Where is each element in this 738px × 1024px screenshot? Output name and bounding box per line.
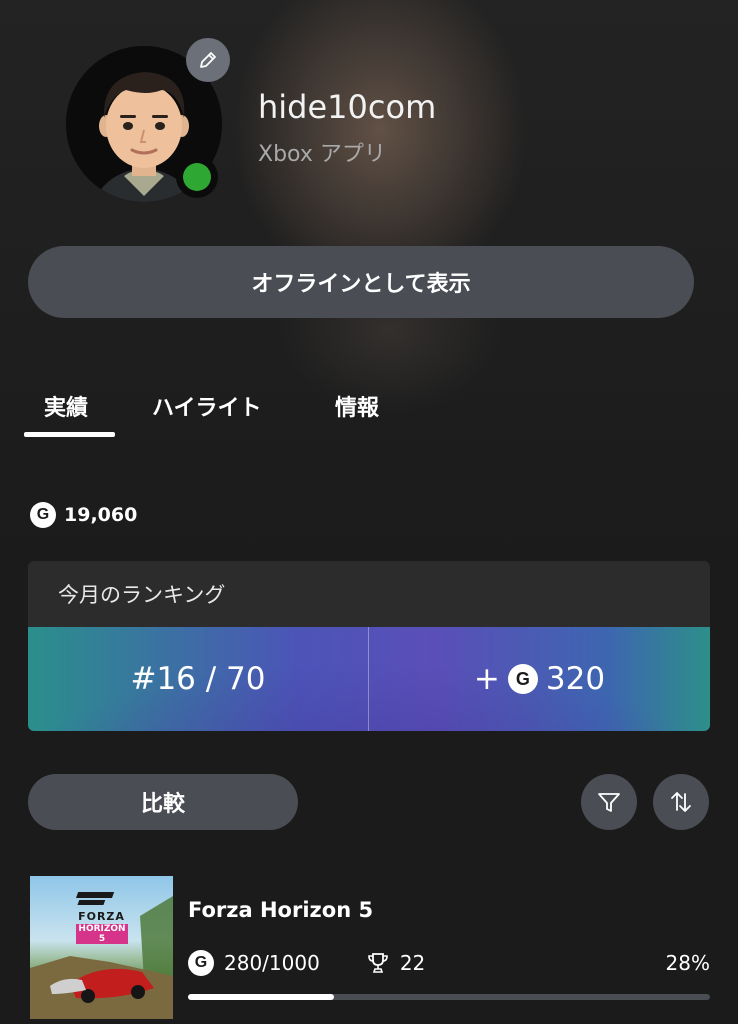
app-name: Xbox アプリ xyxy=(258,142,386,167)
trophy-icon xyxy=(368,953,388,973)
gamertag: hide10com xyxy=(258,88,437,126)
tab-info[interactable]: 情報 xyxy=(335,390,379,422)
gamerscore-total: G 19,060 xyxy=(30,502,137,528)
sort-icon xyxy=(671,792,691,812)
presence-indicator xyxy=(176,156,218,198)
cover-logo-line1: FORZA xyxy=(78,910,125,923)
filter-button[interactable] xyxy=(581,774,637,830)
tab-selected-indicator xyxy=(24,432,115,437)
ranking-title: 今月のランキング xyxy=(58,583,226,607)
gamerscore-icon: G xyxy=(188,950,214,976)
cover-logo-line2: HORIZON 5 xyxy=(76,924,128,944)
compare-button[interactable]: 比較 xyxy=(28,774,298,830)
sort-button[interactable] xyxy=(653,774,709,830)
online-status-icon xyxy=(183,163,211,191)
game-progress-bar xyxy=(188,994,710,1000)
ranking-gain-value: 320 xyxy=(545,661,606,697)
compare-label: 比較 xyxy=(140,792,185,817)
game-achievement-count: 22 xyxy=(399,951,426,975)
game-progress-fill xyxy=(188,994,335,1000)
game-title[interactable]: Forza Horizon 5 xyxy=(188,898,373,922)
tab-highlights[interactable]: ハイライト xyxy=(152,390,262,422)
gamerscore-icon: G xyxy=(30,502,56,528)
ranking-gain: + G 320 xyxy=(369,627,710,731)
pencil-icon xyxy=(200,52,216,68)
game-gamerscore: 280/1000 xyxy=(224,951,320,975)
appear-offline-button[interactable]: オフラインとして表示 xyxy=(28,246,694,318)
game-thumbnail[interactable]: FORZA HORIZON 5 xyxy=(30,876,173,1019)
edit-profile-button[interactable] xyxy=(186,38,230,82)
filter-icon xyxy=(598,793,620,812)
game-completion-percent: 28% xyxy=(665,951,710,975)
forza-horizon-cover-image xyxy=(30,892,173,1019)
game-stats: G 280/1000 22 28% xyxy=(188,948,710,978)
gamerscore-value: 19,060 xyxy=(64,504,138,526)
monthly-ranking-card[interactable]: 今月のランキング #16 / 70 + G 320 xyxy=(28,561,710,731)
ranking-position: #16 / 70 xyxy=(130,661,266,697)
gamerscore-icon: G xyxy=(507,664,538,694)
appear-offline-label: オフラインとして表示 xyxy=(251,272,471,297)
ranking-body: #16 / 70 + G 320 xyxy=(28,627,710,731)
tab-achievements[interactable]: 実績 xyxy=(44,390,88,422)
ranking-gain-prefix: + xyxy=(473,661,500,697)
